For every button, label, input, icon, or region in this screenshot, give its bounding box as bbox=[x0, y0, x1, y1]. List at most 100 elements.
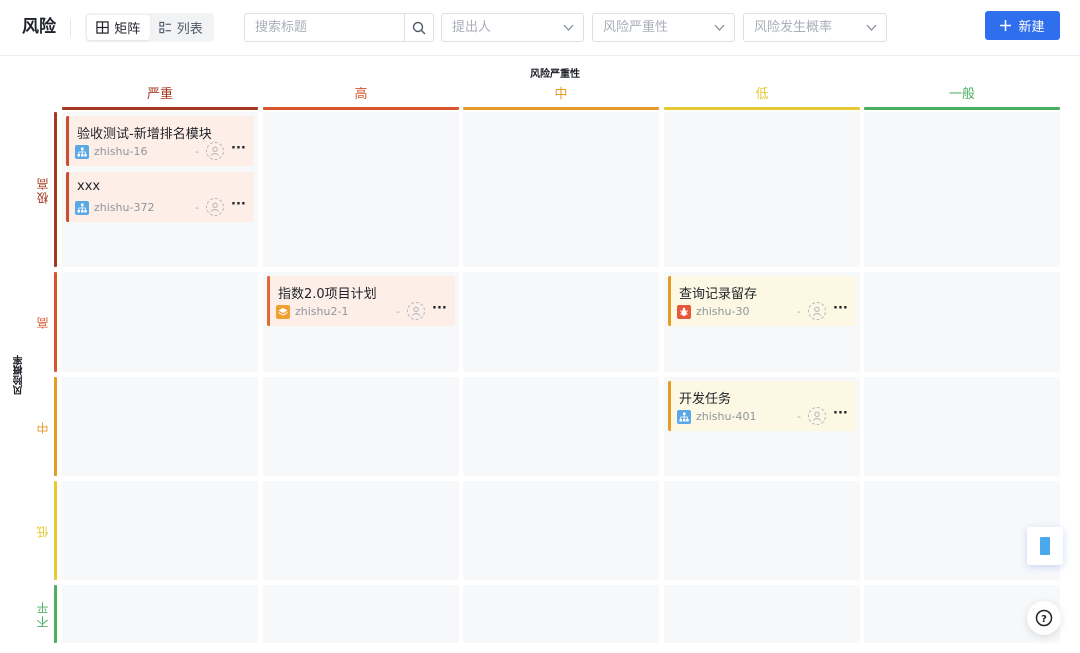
risk-card[interactable]: 指数2.0项目计划 zhishu2-1 - ··· bbox=[267, 276, 455, 326]
matrix-cell bbox=[864, 377, 1060, 476]
more-icon[interactable]: ··· bbox=[231, 141, 246, 156]
matrix-cell bbox=[463, 585, 659, 643]
assignee-avatar-icon[interactable] bbox=[808, 407, 826, 425]
probability-color-bar bbox=[54, 377, 57, 476]
search-button[interactable] bbox=[404, 14, 433, 41]
risk-card-assignee-text: - bbox=[396, 305, 400, 318]
matrix-cell bbox=[263, 585, 459, 643]
matrix-cell bbox=[664, 585, 860, 643]
risk-card[interactable]: xxx zhishu-372 - ··· bbox=[66, 172, 254, 222]
risk-card-assignee-text: - bbox=[797, 305, 801, 318]
more-icon[interactable]: ··· bbox=[231, 197, 246, 212]
grid-icon bbox=[96, 21, 109, 34]
severity-column-label: 严重 bbox=[146, 87, 173, 102]
matrix-view-button[interactable]: 矩阵 bbox=[87, 15, 150, 40]
search-input[interactable] bbox=[245, 14, 405, 41]
floating-document-button[interactable] bbox=[1027, 527, 1063, 565]
matrix-cell bbox=[263, 377, 459, 476]
bug-icon bbox=[677, 305, 691, 319]
risk-card-title: 开发任务 bbox=[679, 392, 732, 407]
help-button[interactable]: ? bbox=[1027, 601, 1061, 635]
probability-row-header: 不平 bbox=[30, 585, 57, 643]
severity-column-label: 高 bbox=[354, 87, 368, 102]
new-button-label: 新建 bbox=[1018, 20, 1045, 35]
probability-filter[interactable]: 风险发生概率 bbox=[743, 13, 887, 42]
assignee-avatar-icon[interactable] bbox=[206, 142, 224, 160]
severity-column-header: 中 bbox=[463, 86, 659, 110]
matrix-cell bbox=[864, 112, 1060, 267]
proposer-filter-label: 提出人 bbox=[452, 20, 492, 35]
risk-card-id: zhishu-30 bbox=[696, 305, 750, 318]
toolbar: 风险 矩阵 列表 提出人 风险严重性 风险发生概率 新建 bbox=[0, 0, 1080, 56]
document-icon bbox=[1040, 537, 1050, 555]
chevron-down-icon bbox=[866, 24, 877, 31]
divider bbox=[70, 19, 71, 37]
search-icon bbox=[412, 21, 426, 34]
matrix-view-label: 矩阵 bbox=[114, 22, 141, 37]
severity-column-label: 一般 bbox=[948, 87, 975, 102]
matrix-cell bbox=[62, 585, 258, 643]
probability-color-bar bbox=[54, 112, 57, 267]
risk-card-id: zhishu-372 bbox=[94, 201, 155, 214]
matrix-cell bbox=[664, 481, 860, 580]
matrix-cell bbox=[463, 481, 659, 580]
probability-color-bar bbox=[54, 272, 57, 372]
risk-card[interactable]: 查询记录留存 zhishu-30 - ··· bbox=[668, 276, 856, 326]
risk-card-id: zhishu-401 bbox=[696, 410, 757, 423]
search-box bbox=[244, 13, 434, 42]
risk-card-title: 指数2.0项目计划 bbox=[278, 287, 377, 302]
matrix-cell bbox=[463, 272, 659, 372]
matrix-cell bbox=[62, 377, 258, 476]
hierarchy-icon bbox=[75, 201, 89, 215]
severity-color-bar bbox=[664, 107, 860, 110]
list-view-label: 列表 bbox=[176, 22, 203, 37]
probability-row-label: 中 bbox=[36, 419, 50, 434]
probability-color-bar bbox=[54, 481, 57, 580]
severity-column-label: 低 bbox=[755, 87, 769, 102]
risk-card-id: zhishu-16 bbox=[94, 145, 148, 158]
help-icon: ? bbox=[1035, 609, 1053, 627]
risk-card[interactable]: 开发任务 zhishu-401 - ··· bbox=[668, 381, 856, 431]
probability-row-label: 极高 bbox=[36, 175, 50, 204]
chevron-down-icon bbox=[714, 24, 725, 31]
assignee-avatar-icon[interactable] bbox=[407, 302, 425, 320]
assignee-avatar-icon[interactable] bbox=[808, 302, 826, 320]
probability-row-label: 低 bbox=[36, 523, 50, 538]
probability-row-header: 低 bbox=[30, 481, 57, 580]
more-icon[interactable]: ··· bbox=[833, 301, 848, 316]
matrix-cell bbox=[62, 481, 258, 580]
chevron-down-icon bbox=[563, 24, 574, 31]
svg-text:?: ? bbox=[1041, 614, 1047, 625]
more-icon[interactable]: ··· bbox=[432, 301, 447, 316]
severity-color-bar bbox=[62, 107, 258, 110]
severity-column-header: 低 bbox=[664, 86, 860, 110]
probability-row-label: 高 bbox=[36, 315, 50, 329]
new-button[interactable]: 新建 bbox=[985, 11, 1060, 40]
probability-row-header: 极高 bbox=[30, 112, 57, 267]
y-axis-label: 风险概率 bbox=[14, 355, 25, 395]
view-toggle: 矩阵 列表 bbox=[85, 13, 214, 42]
probability-row-header: 高 bbox=[30, 272, 57, 372]
severity-filter-label: 风险严重性 bbox=[603, 20, 669, 35]
probability-filter-label: 风险发生概率 bbox=[754, 20, 833, 35]
layers-icon bbox=[276, 305, 290, 319]
list-view-button[interactable]: 列表 bbox=[150, 15, 213, 40]
severity-color-bar bbox=[463, 107, 659, 110]
hierarchy-icon bbox=[75, 145, 89, 159]
severity-column-header: 高 bbox=[263, 86, 459, 110]
severity-color-bar bbox=[864, 107, 1060, 110]
risk-card-assignee-text: - bbox=[195, 145, 199, 158]
page-title: 风险 bbox=[22, 17, 56, 37]
risk-card-assignee-text: - bbox=[195, 201, 199, 214]
risk-card-assignee-text: - bbox=[797, 410, 801, 423]
risk-card[interactable]: 验收测试-新增排名模块 zhishu-16 - ··· bbox=[66, 116, 254, 166]
probability-row-header: 中 bbox=[30, 377, 57, 476]
assignee-avatar-icon[interactable] bbox=[206, 198, 224, 216]
severity-column-header: 严重 bbox=[62, 86, 258, 110]
risk-card-id: zhishu2-1 bbox=[295, 305, 349, 318]
matrix-cell bbox=[263, 481, 459, 580]
severity-filter[interactable]: 风险严重性 bbox=[592, 13, 735, 42]
proposer-filter[interactable]: 提出人 bbox=[441, 13, 584, 42]
more-icon[interactable]: ··· bbox=[833, 406, 848, 421]
plus-icon bbox=[1000, 20, 1012, 31]
